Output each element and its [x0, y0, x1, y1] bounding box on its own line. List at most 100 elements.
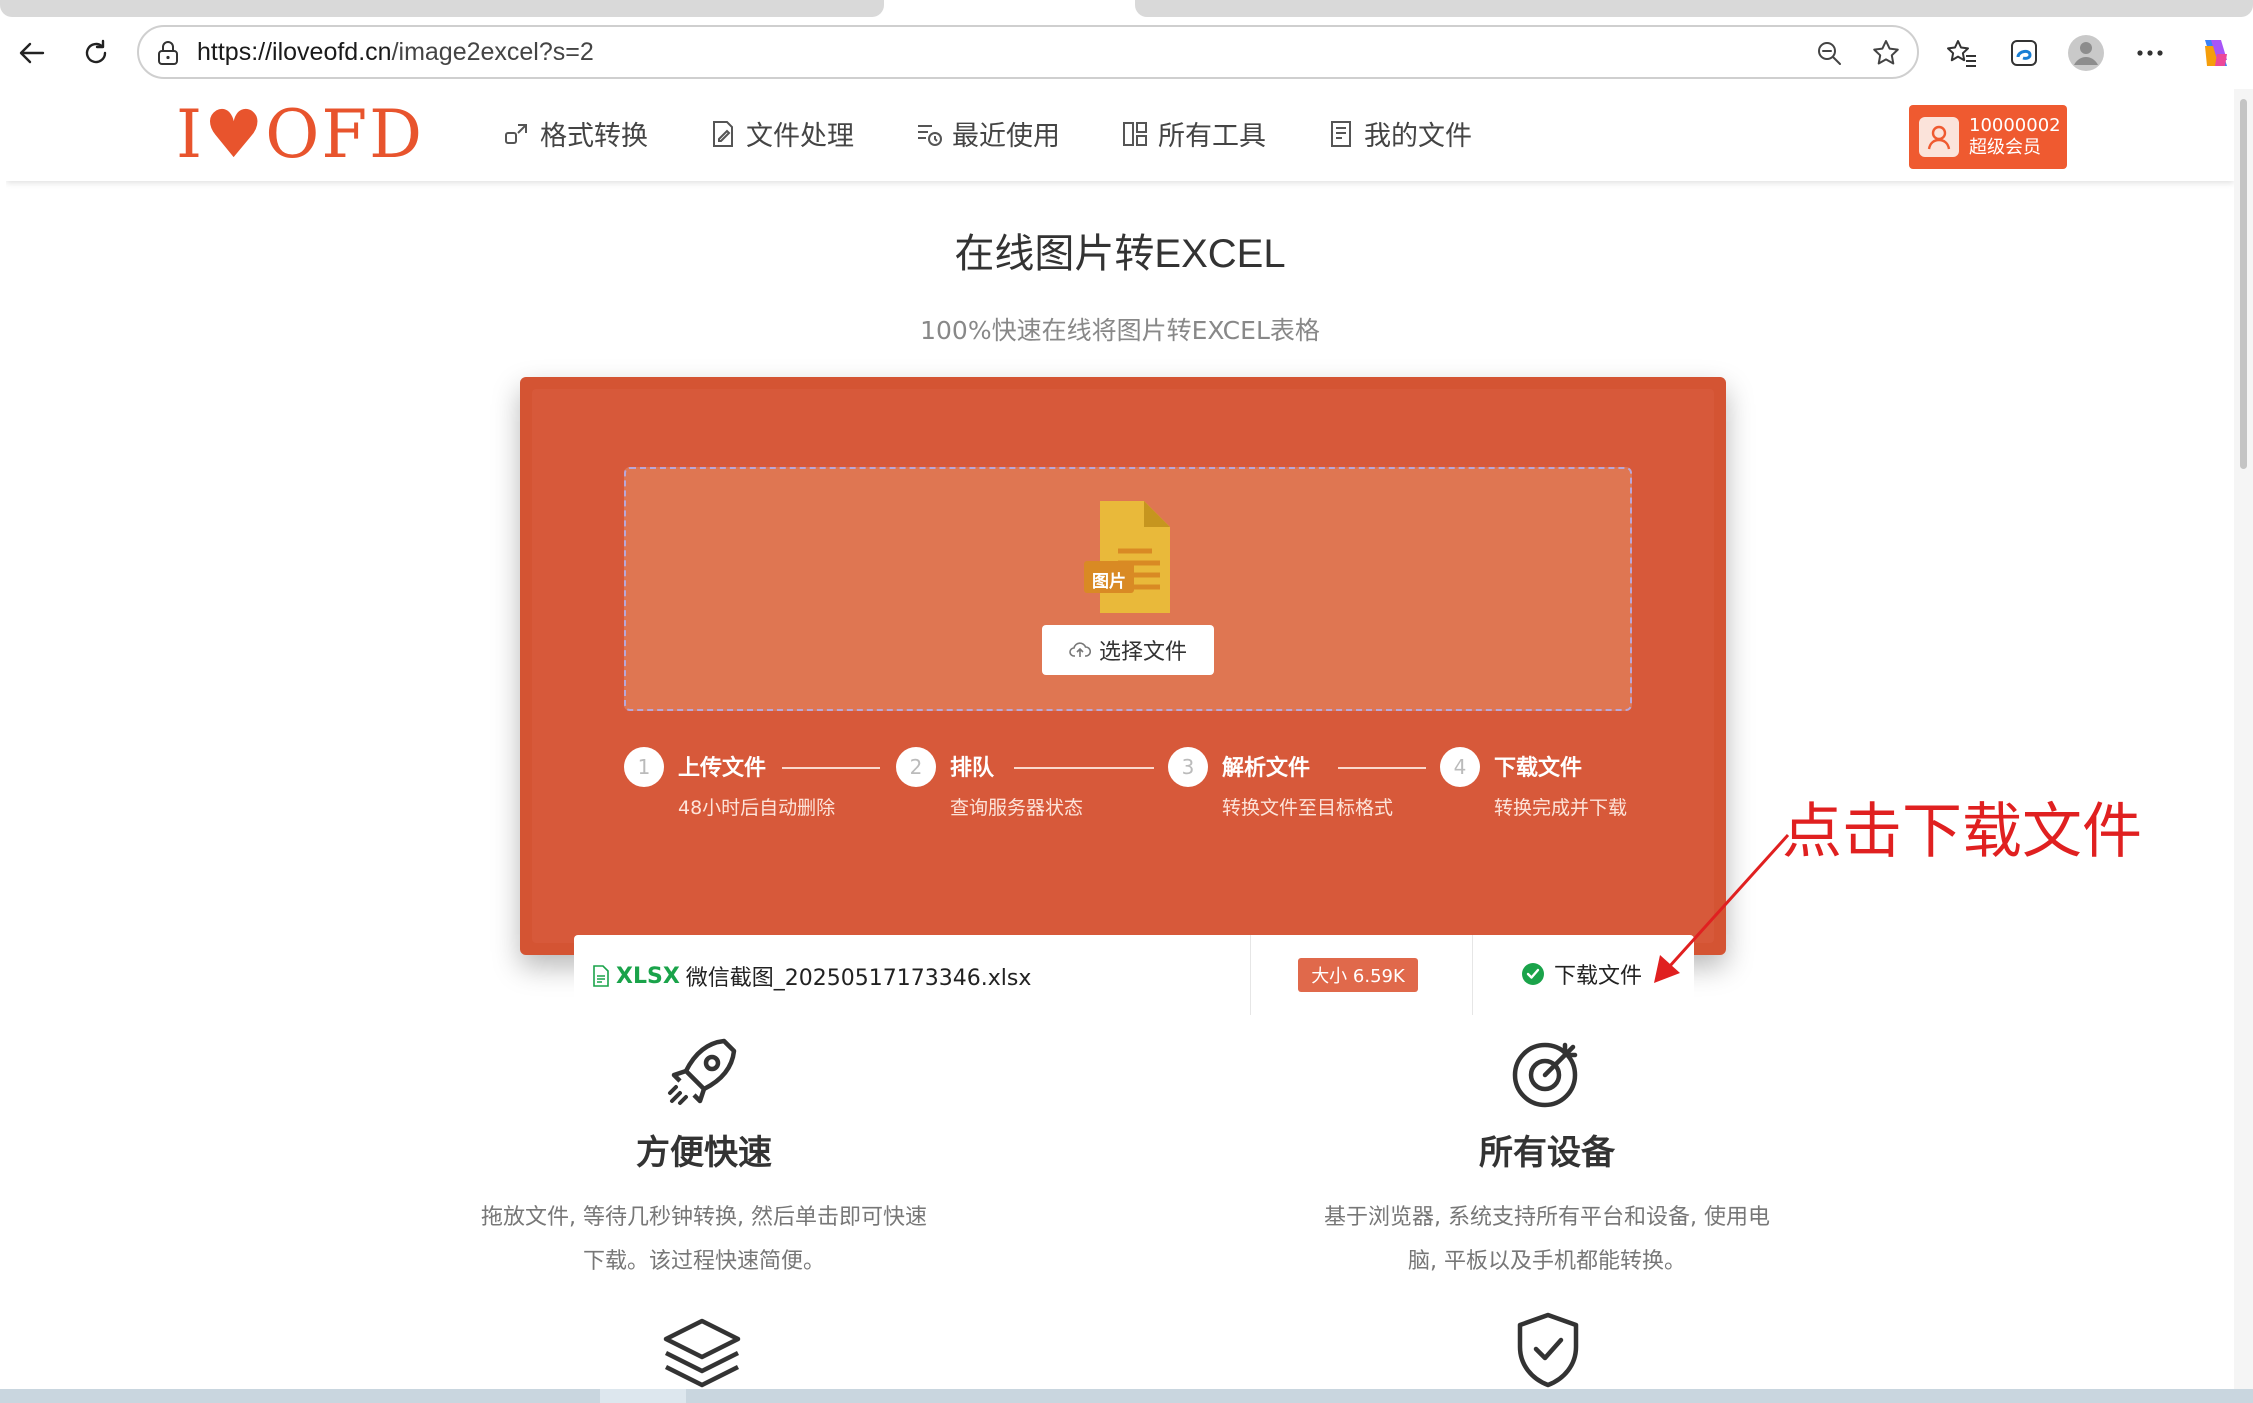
favorites-icon[interactable] — [1940, 31, 1984, 75]
collections-icon[interactable] — [2002, 31, 2046, 75]
my-files-icon — [1331, 120, 1351, 147]
browser-tab[interactable] — [1135, 0, 2253, 17]
reload-icon — [85, 39, 107, 64]
address-bar[interactable]: https://iloveofd.cn/image2excel?s=2 — [137, 25, 1919, 79]
user-id: 10000002 — [1969, 115, 2061, 136]
user-info: 10000002 超级会员 — [1969, 115, 2061, 159]
step-number: 4 — [1440, 747, 1480, 787]
result-file-row: XLSX 微信截图_20250517173346.xlsx 大小 6.59K 下… — [574, 935, 1694, 1015]
feature-desc-line: 基于浏览器, 系统支持所有平台和设备, 使用电 — [1324, 1205, 1770, 1230]
url-text: https://iloveofd.cn/image2excel?s=2 — [197, 38, 594, 66]
feature-desc: 基于浏览器, 系统支持所有平台和设备, 使用电 脑, 平板以及手机都能转换。 — [1307, 1196, 1787, 1284]
divider — [1250, 935, 1251, 1015]
nav-item-format-convert[interactable]: 格式转换 — [502, 114, 648, 153]
file-type-label: XLSX — [616, 963, 680, 989]
file-name: 微信截图_20250517173346.xlsx — [685, 966, 1032, 991]
user-badge[interactable]: 10000002 超级会员 — [1909, 105, 2067, 169]
step-desc: 48小时后自动删除 — [678, 797, 836, 819]
copilot-icon[interactable] — [2194, 31, 2238, 75]
favorite-star-icon[interactable] — [1871, 38, 1901, 68]
download-file-button[interactable]: 下载文件 — [1522, 958, 1642, 990]
profile-avatar-icon[interactable] — [2064, 31, 2108, 75]
page-viewport: I♥OFD 格式转换 文件处理 最近使用 所有工具 我的文件 10000002 … — [6, 89, 2234, 1389]
convert-icon — [505, 123, 527, 144]
file-dropzone[interactable]: 图片 选择文件 — [624, 467, 1632, 711]
bottom-strip — [0, 1389, 2253, 1403]
nav-item-all-tools[interactable]: 所有工具 — [1120, 114, 1266, 153]
step-title: 排队 — [950, 756, 995, 781]
step-number: 3 — [1168, 747, 1208, 787]
feature-fast: 方便快速 拖放文件, 等待几秒钟转换, 然后单击即可快速 下载。该过程快速简便。 — [464, 1033, 944, 1284]
site-logo[interactable]: I♥OFD — [176, 95, 425, 173]
more-options-icon[interactable] — [2128, 31, 2172, 75]
layers-icon — [663, 1318, 741, 1388]
annotation-arrow-icon — [1654, 833, 1790, 983]
feature-desc: 拖放文件, 等待几秒钟转换, 然后单击即可快速 下载。该过程快速简便。 — [464, 1196, 944, 1284]
browser-toolbar: https://iloveofd.cn/image2excel?s=2 — [0, 17, 2253, 89]
back-button[interactable] — [10, 31, 54, 75]
user-icon — [1919, 117, 1959, 157]
step-title: 解析文件 — [1222, 756, 1311, 781]
nav-label: 文件处理 — [746, 121, 854, 152]
feature-title: 所有设备 — [1479, 1133, 1615, 1173]
xlsx-file-icon — [593, 965, 609, 987]
user-level: 超级会员 — [1969, 137, 2041, 158]
feature-desc-line: 拖放文件, 等待几秒钟转换, 然后单击即可快速 — [481, 1205, 927, 1230]
feature-desc-line: 脑, 平板以及手机都能转换。 — [1408, 1249, 1686, 1274]
file-size-badge: 大小 6.59K — [1298, 958, 1418, 992]
feature-title: 方便快速 — [636, 1133, 772, 1173]
step-title: 上传文件 — [678, 756, 767, 781]
feature-all-devices: 所有设备 基于浏览器, 系统支持所有平台和设备, 使用电 脑, 平板以及手机都能… — [1307, 1033, 1787, 1284]
page-title: 在线图片转EXCEL — [954, 232, 1286, 276]
nav-item-file-process[interactable]: 文件处理 — [708, 114, 854, 153]
feature-desc-line: 下载。该过程快速简便。 — [582, 1249, 825, 1274]
page-scrollbar[interactable] — [2234, 89, 2253, 1389]
progress-steps: 1 上传文件 48小时后自动删除 2 排队 查询服务器状态 3 解析文件 转换文… — [624, 747, 1664, 827]
step-connector — [782, 767, 880, 769]
rocket-icon — [668, 1038, 737, 1105]
download-label: 下载文件 — [1554, 964, 1643, 989]
main-nav: 格式转换 文件处理 最近使用 所有工具 我的文件 — [502, 114, 1472, 153]
choose-file-label: 选择文件 — [1098, 640, 1187, 665]
tools-icon — [1123, 121, 1147, 146]
nav-label: 所有工具 — [1158, 121, 1266, 152]
nav-item-recent[interactable]: 最近使用 — [914, 114, 1060, 153]
divider — [1472, 935, 1473, 1015]
step-title: 下载文件 — [1494, 756, 1583, 781]
page-subtitle: 100%快速在线将图片转EXCEL表格 — [920, 316, 1320, 345]
step-connector — [1014, 767, 1154, 769]
nav-item-my-files[interactable]: 我的文件 — [1326, 114, 1472, 153]
result-file-name: XLSX 微信截图_20250517173346.xlsx — [592, 960, 1031, 992]
recent-icon — [918, 124, 942, 146]
converter-card-inner: 图片 选择文件 1 上传文件 48小时后自动删除 2 排队 查询服务器状态 3 … — [532, 389, 1714, 1015]
check-circle-icon — [1522, 963, 1544, 985]
target-icon — [1512, 1042, 1578, 1108]
browser-tab-strip — [0, 0, 2253, 17]
step-number: 1 — [624, 747, 664, 787]
shield-check-icon — [1517, 1312, 1579, 1388]
file-edit-icon — [713, 120, 733, 147]
arrow-left-icon — [19, 42, 45, 64]
step-desc: 转换文件至目标格式 — [1222, 797, 1394, 819]
annotation-text: 点击下载文件 — [1782, 797, 2142, 867]
choose-file-button[interactable]: 选择文件 — [1042, 625, 1214, 675]
nav-label: 我的文件 — [1364, 121, 1472, 152]
step-desc: 转换完成并下载 — [1494, 797, 1628, 819]
site-header: I♥OFD 格式转换 文件处理 最近使用 所有工具 我的文件 10000002 … — [6, 89, 2234, 181]
file-icon-label: 图片 — [1092, 572, 1126, 592]
scrollbar-thumb[interactable] — [2240, 99, 2247, 469]
nav-label: 最近使用 — [952, 121, 1060, 152]
cloud-upload-icon — [1069, 642, 1091, 657]
step-connector — [1338, 767, 1426, 769]
lock-icon — [158, 41, 178, 65]
image-file-icon: 图片 — [1084, 499, 1176, 621]
nav-label: 格式转换 — [540, 121, 648, 152]
reload-button[interactable] — [74, 31, 118, 75]
strip-segment — [686, 1389, 2253, 1403]
converter-card: 图片 选择文件 1 上传文件 48小时后自动删除 2 排队 查询服务器状态 3 … — [520, 377, 1726, 1015]
zoom-out-icon[interactable] — [1815, 39, 1843, 67]
logo-text: I♥OFD — [176, 95, 425, 173]
step-desc: 查询服务器状态 — [950, 797, 1084, 819]
step-number: 2 — [896, 747, 936, 787]
browser-tab[interactable] — [0, 0, 884, 17]
